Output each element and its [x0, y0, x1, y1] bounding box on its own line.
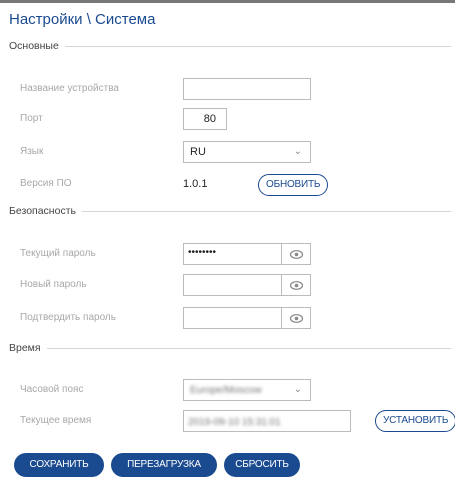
language-row: Язык RU ⌄ [20, 141, 440, 163]
security-section-legend: Безопасность [9, 205, 76, 217]
chevron-down-icon: ⌄ [293, 384, 302, 395]
firmware-version: 1.0.1 [183, 178, 208, 190]
current-password-row: Текущий пароль •••••••• [20, 243, 440, 265]
firmware-row: Версия ПО 1.0.1 ОБНОВИТЬ [20, 173, 440, 196]
current-time-row: Текущее время 2019-09-10 15:31:01 УСТАНО… [20, 410, 455, 432]
time-section: Время Часовой пояс Europe/Moscow ⌄ Текущ… [9, 342, 455, 433]
security-section: Безопасность Текущий пароль •••••••• Нов… [9, 205, 451, 336]
timezone-select-value: Europe/Moscow [190, 385, 262, 396]
update-button[interactable]: ОБНОВИТЬ [258, 174, 329, 196]
eye-icon[interactable] [281, 244, 310, 264]
port-label: Порт [20, 113, 43, 124]
device-name-label: Название устройства [20, 83, 119, 94]
current-password-value: •••••••• [188, 247, 217, 258]
page-title: Настройки \ Система [9, 11, 156, 28]
port-row: Порт 80 [20, 108, 440, 130]
confirm-password-row: Подтвердить пароль [20, 307, 440, 329]
confirm-password-input[interactable] [183, 307, 311, 329]
timezone-row: Часовой пояс Europe/Moscow ⌄ [20, 379, 440, 401]
new-password-label: Новый пароль [20, 279, 87, 290]
port-input[interactable]: 80 [183, 108, 227, 130]
eye-icon[interactable] [281, 275, 310, 295]
language-select[interactable]: RU ⌄ [183, 141, 311, 163]
language-label: Язык [20, 146, 44, 157]
reset-button[interactable]: СБРОСИТЬ [224, 453, 300, 477]
current-time-value: 2019-09-10 15:31:01 [188, 417, 281, 428]
timezone-label: Часовой пояс [20, 384, 84, 395]
current-time-label: Текущее время [20, 415, 92, 426]
new-password-row: Новый пароль [20, 274, 440, 296]
device-name-input[interactable] [183, 78, 311, 100]
current-password-input[interactable]: •••••••• [183, 243, 311, 265]
new-password-input[interactable] [183, 274, 311, 296]
current-password-label: Текущий пароль [20, 248, 96, 259]
save-button[interactable]: СОХРАНИТЬ [14, 453, 104, 477]
current-time-input[interactable]: 2019-09-10 15:31:01 [183, 410, 351, 432]
device-name-row: Название устройства [20, 78, 440, 100]
set-time-button[interactable]: УСТАНОВИТЬ [375, 410, 455, 432]
top-border [0, 0, 455, 3]
confirm-password-label: Подтвердить пароль [20, 312, 116, 323]
firmware-label: Версия ПО [20, 178, 72, 189]
chevron-down-icon: ⌄ [293, 146, 302, 157]
time-section-legend: Время [9, 342, 41, 354]
timezone-select[interactable]: Europe/Moscow ⌄ [183, 379, 311, 401]
eye-icon[interactable] [281, 308, 310, 328]
reboot-button[interactable]: ПЕРЕЗАГРУЗКА [111, 453, 217, 477]
language-select-value: RU [190, 146, 206, 158]
basic-section-legend: Основные [9, 40, 59, 52]
basic-section: Основные Название устройства Порт 80 Язы… [9, 40, 451, 201]
